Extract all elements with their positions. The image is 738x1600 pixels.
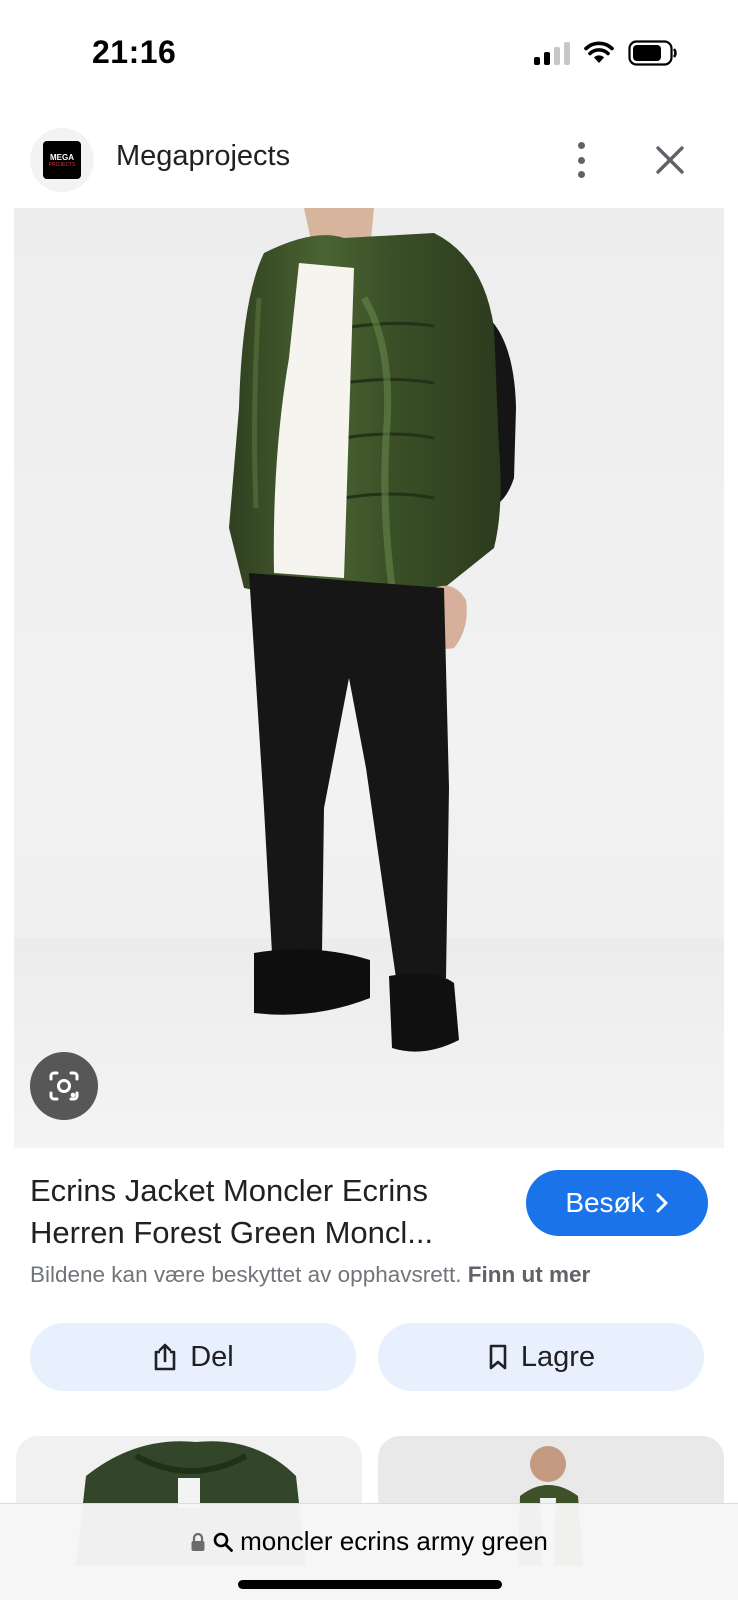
url-content: moncler ecrins army green (0, 1526, 738, 1557)
chevron-right-icon (656, 1193, 668, 1213)
result-title[interactable]: Ecrins Jacket Moncler Ecrins Herren Fore… (30, 1170, 500, 1254)
url-bar[interactable]: moncler ecrins army green (0, 1503, 738, 1600)
lens-search-button[interactable] (30, 1052, 98, 1120)
learn-more-link[interactable]: Finn ut mer (468, 1262, 591, 1287)
visit-button[interactable]: Besøk (526, 1170, 708, 1236)
result-title-line1: Ecrins Jacket Moncler Ecrins (30, 1173, 428, 1208)
result-title-line2: Herren Forest Green Moncl... (30, 1215, 434, 1250)
copyright-text: Bildene kan være beskyttet av opphavsret… (30, 1262, 462, 1287)
lens-search-icon (49, 1071, 79, 1101)
lock-icon (191, 1532, 205, 1551)
share-icon (154, 1343, 176, 1371)
home-indicator[interactable] (238, 1580, 502, 1589)
model-figure-image (229, 208, 516, 1052)
search-icon (213, 1532, 234, 1552)
site-avatar[interactable]: MEGA PROJECTS (30, 128, 94, 192)
url-query: moncler ecrins army green (240, 1526, 548, 1556)
wifi-icon (584, 41, 614, 63)
share-button-label: Del (190, 1340, 234, 1373)
site-name[interactable]: Megaprojects (116, 140, 290, 173)
status-icons (534, 40, 678, 66)
save-button-label: Lagre (520, 1340, 596, 1373)
battery-icon (628, 40, 677, 66)
share-button[interactable]: Del (30, 1323, 356, 1391)
product-image[interactable] (14, 208, 724, 1148)
visit-button-label: Besøk (565, 1187, 645, 1218)
source-header: MEGA PROJECTS Megaprojects (0, 118, 738, 208)
signal-icon (534, 41, 570, 65)
site-logo: MEGA PROJECTS (43, 141, 81, 179)
save-button[interactable]: Lagre (378, 1323, 704, 1391)
copyright-notice: Bildene kan være beskyttet av opphavsret… (30, 1262, 590, 1288)
bookmark-icon (489, 1344, 507, 1370)
more-vert-icon[interactable] (566, 138, 596, 182)
status-time: 21:16 (92, 34, 177, 70)
status-bar: 21:16 (0, 0, 738, 110)
close-icon[interactable] (650, 140, 690, 180)
